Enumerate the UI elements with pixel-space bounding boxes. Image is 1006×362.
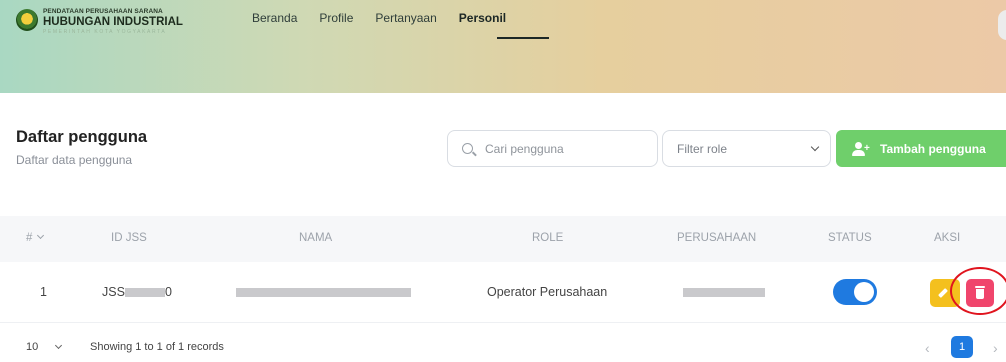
main-nav: Beranda Profile Pertanyaan Personil (252, 11, 528, 25)
redacted-block (236, 288, 411, 298)
user-menu-pill[interactable] (998, 10, 1006, 40)
role-filter-label: Filter role (677, 141, 728, 156)
next-page-icon[interactable]: › (993, 340, 998, 356)
col-aksi-header: AKSI (934, 232, 961, 244)
table-row: 1 JSS 0 Operator Perusahaan (0, 262, 1006, 323)
page-size-select[interactable]: 10 (26, 341, 63, 353)
col-role-header: ROLE (532, 232, 564, 244)
toggle-knob (854, 282, 874, 302)
brand-line2: HUBUNGAN INDUSTRIAL (43, 16, 183, 28)
nav-pertanyaan[interactable]: Pertanyaan (375, 11, 436, 25)
col-perusahaan-header: PERUSAHAAN (677, 232, 757, 244)
status-toggle[interactable] (833, 279, 877, 305)
nav-personil[interactable]: Personil (459, 11, 506, 25)
col-number-header[interactable]: # (26, 231, 45, 244)
row-number: 1 (40, 285, 47, 299)
row-id-jss: JSS 0 (102, 285, 172, 299)
add-user-label: Tambah pengguna (880, 141, 986, 156)
search-box[interactable] (447, 130, 658, 167)
col-nama-header: NAMA (299, 232, 333, 244)
pencil-icon (938, 288, 948, 298)
sort-chevron-icon (37, 231, 45, 240)
city-emblem-icon (16, 9, 38, 31)
prev-page-icon[interactable]: ‹ (925, 340, 930, 356)
row-perusahaan (683, 285, 765, 299)
chevron-down-icon (55, 341, 63, 350)
col-status-header: STATUS (828, 232, 872, 244)
page-1-button[interactable]: 1 (951, 336, 973, 358)
table-footer: 10 Showing 1 to 1 of 1 records ‹ 1 › (0, 336, 1006, 362)
add-user-button[interactable]: + Tambah pengguna (836, 130, 1006, 167)
active-nav-indicator (497, 37, 549, 39)
search-icon (462, 143, 473, 154)
nav-beranda[interactable]: Beranda (252, 11, 297, 25)
red-highlight-circle (950, 267, 1006, 315)
page-subtitle: Daftar data pengguna (16, 153, 133, 167)
chevron-down-icon (810, 142, 820, 152)
table-header: # ID JSS NAMA ROLE PERUSAHAAN STATUS AKS… (0, 216, 1006, 262)
brand-line1: PENDATAAN PERUSAHAAN SARANA (43, 8, 163, 15)
user-plus-icon: + (852, 141, 870, 156)
page-size-value: 10 (26, 341, 39, 353)
page-title: Daftar pengguna (16, 128, 148, 146)
id-prefix: JSS (102, 285, 125, 299)
nav-profile[interactable]: Profile (319, 11, 353, 25)
records-info: Showing 1 to 1 of 1 records (90, 341, 224, 353)
header-banner: PENDATAAN PERUSAHAAN SARANA HUBUNGAN IND… (0, 0, 1006, 93)
redacted-block (124, 288, 165, 298)
redacted-block (683, 288, 765, 298)
search-input[interactable] (485, 141, 645, 156)
app-logo[interactable]: PENDATAAN PERUSAHAAN SARANA HUBUNGAN IND… (16, 8, 183, 36)
row-nama (236, 285, 411, 299)
col-idjss-header: ID JSS (111, 232, 147, 244)
brand-tagline: PEMERINTAH KOTA YOGYAKARTA (43, 29, 167, 35)
id-suffix: 0 (164, 285, 172, 299)
row-role: Operator Perusahaan (487, 285, 608, 299)
role-filter-select[interactable]: Filter role (662, 130, 831, 167)
